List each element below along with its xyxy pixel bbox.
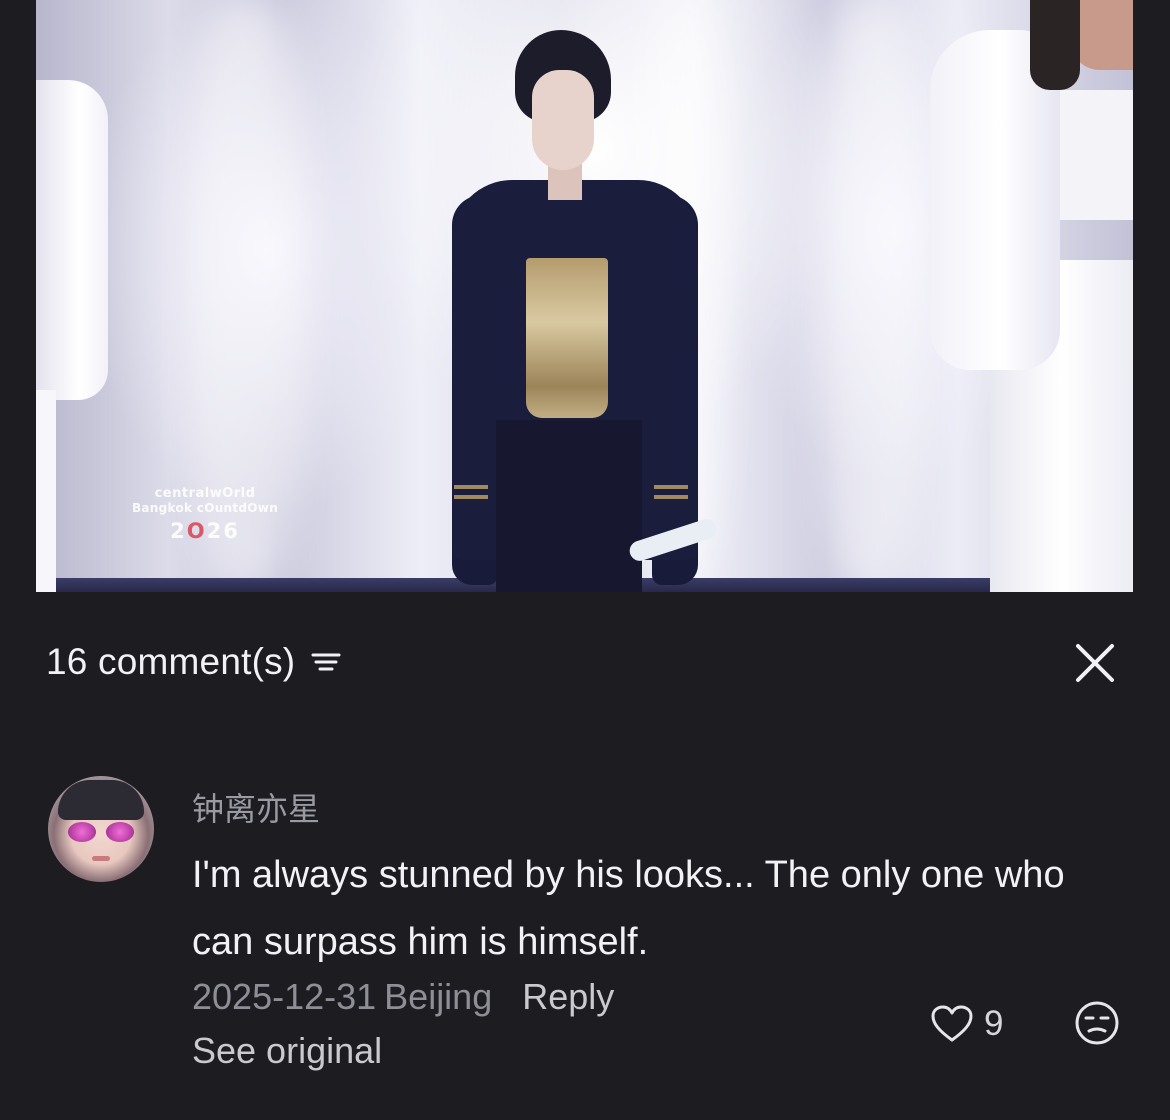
- comment-date: 2025-12-31: [192, 976, 377, 1017]
- reply-button[interactable]: Reply: [522, 976, 614, 1017]
- watermark-line1: centralwOrld: [154, 486, 256, 501]
- broadcast-watermark: centralwOrld Bangkok cOuntdOwn 2O26: [120, 486, 290, 543]
- avatar-glasses-right: [106, 822, 134, 842]
- avatar[interactable]: [48, 776, 154, 882]
- heart-outline-icon[interactable]: [930, 1004, 974, 1044]
- dancer-left-legs: [36, 390, 56, 592]
- dancer-right-top: [1052, 90, 1133, 220]
- performer-face: [532, 70, 594, 170]
- watermark-year-o: O: [186, 519, 207, 543]
- avatar-glasses-left: [68, 822, 96, 842]
- close-x-icon[interactable]: [1072, 640, 1118, 686]
- see-original-button[interactable]: See original: [192, 1030, 382, 1072]
- performer-pants: [496, 420, 642, 592]
- sleeve-stripe: [654, 495, 688, 499]
- filter-lines-icon[interactable]: [309, 648, 343, 676]
- video-player[interactable]: centralwOrld Bangkok cOuntdOwn 2O26: [0, 0, 1170, 600]
- watermark-year-a: 2: [170, 519, 187, 543]
- watermark-year-b: 26: [206, 519, 240, 543]
- comment-count-title: 16 comment(s): [46, 641, 296, 682]
- comment-item: 钟离亦星 I'm always stunned by his looks... …: [48, 776, 1128, 1076]
- performer: [440, 30, 719, 592]
- avatar-hair: [58, 780, 144, 820]
- watermark-year: 2O26: [120, 519, 290, 543]
- comments-header: 16 comment(s): [46, 636, 1124, 688]
- comments-screen: centralwOrld Bangkok cOuntdOwn 2O26 16 c…: [0, 0, 1170, 1120]
- like-button[interactable]: 9: [930, 1004, 1003, 1044]
- comment-meta: 2025-12-31 Beijing Reply: [192, 976, 614, 1018]
- comments-sheet: 16 comment(s) 钟离亦星 I'm always stunned by…: [0, 592, 1170, 1120]
- sleeve-stripe: [654, 485, 688, 489]
- performer-gold-top: [526, 258, 608, 418]
- dancer-left: [36, 80, 108, 400]
- dancer-right-hair: [1030, 0, 1080, 90]
- comment-username[interactable]: 钟离亦星: [192, 784, 320, 830]
- avatar-mouth: [92, 856, 110, 861]
- stage-light-beam: [816, 0, 926, 592]
- sleeve-stripe: [454, 485, 488, 489]
- comment-location: Beijing: [384, 976, 493, 1017]
- watermark-line2: Bangkok cOuntdOwn: [131, 501, 279, 515]
- unamused-face-icon[interactable]: [1074, 1000, 1120, 1046]
- dancer-right: [930, 0, 1133, 592]
- comment-text: I'm always stunned by his looks... The o…: [192, 854, 1065, 963]
- sleeve-stripe: [454, 495, 488, 499]
- like-count: 9: [984, 1004, 1004, 1043]
